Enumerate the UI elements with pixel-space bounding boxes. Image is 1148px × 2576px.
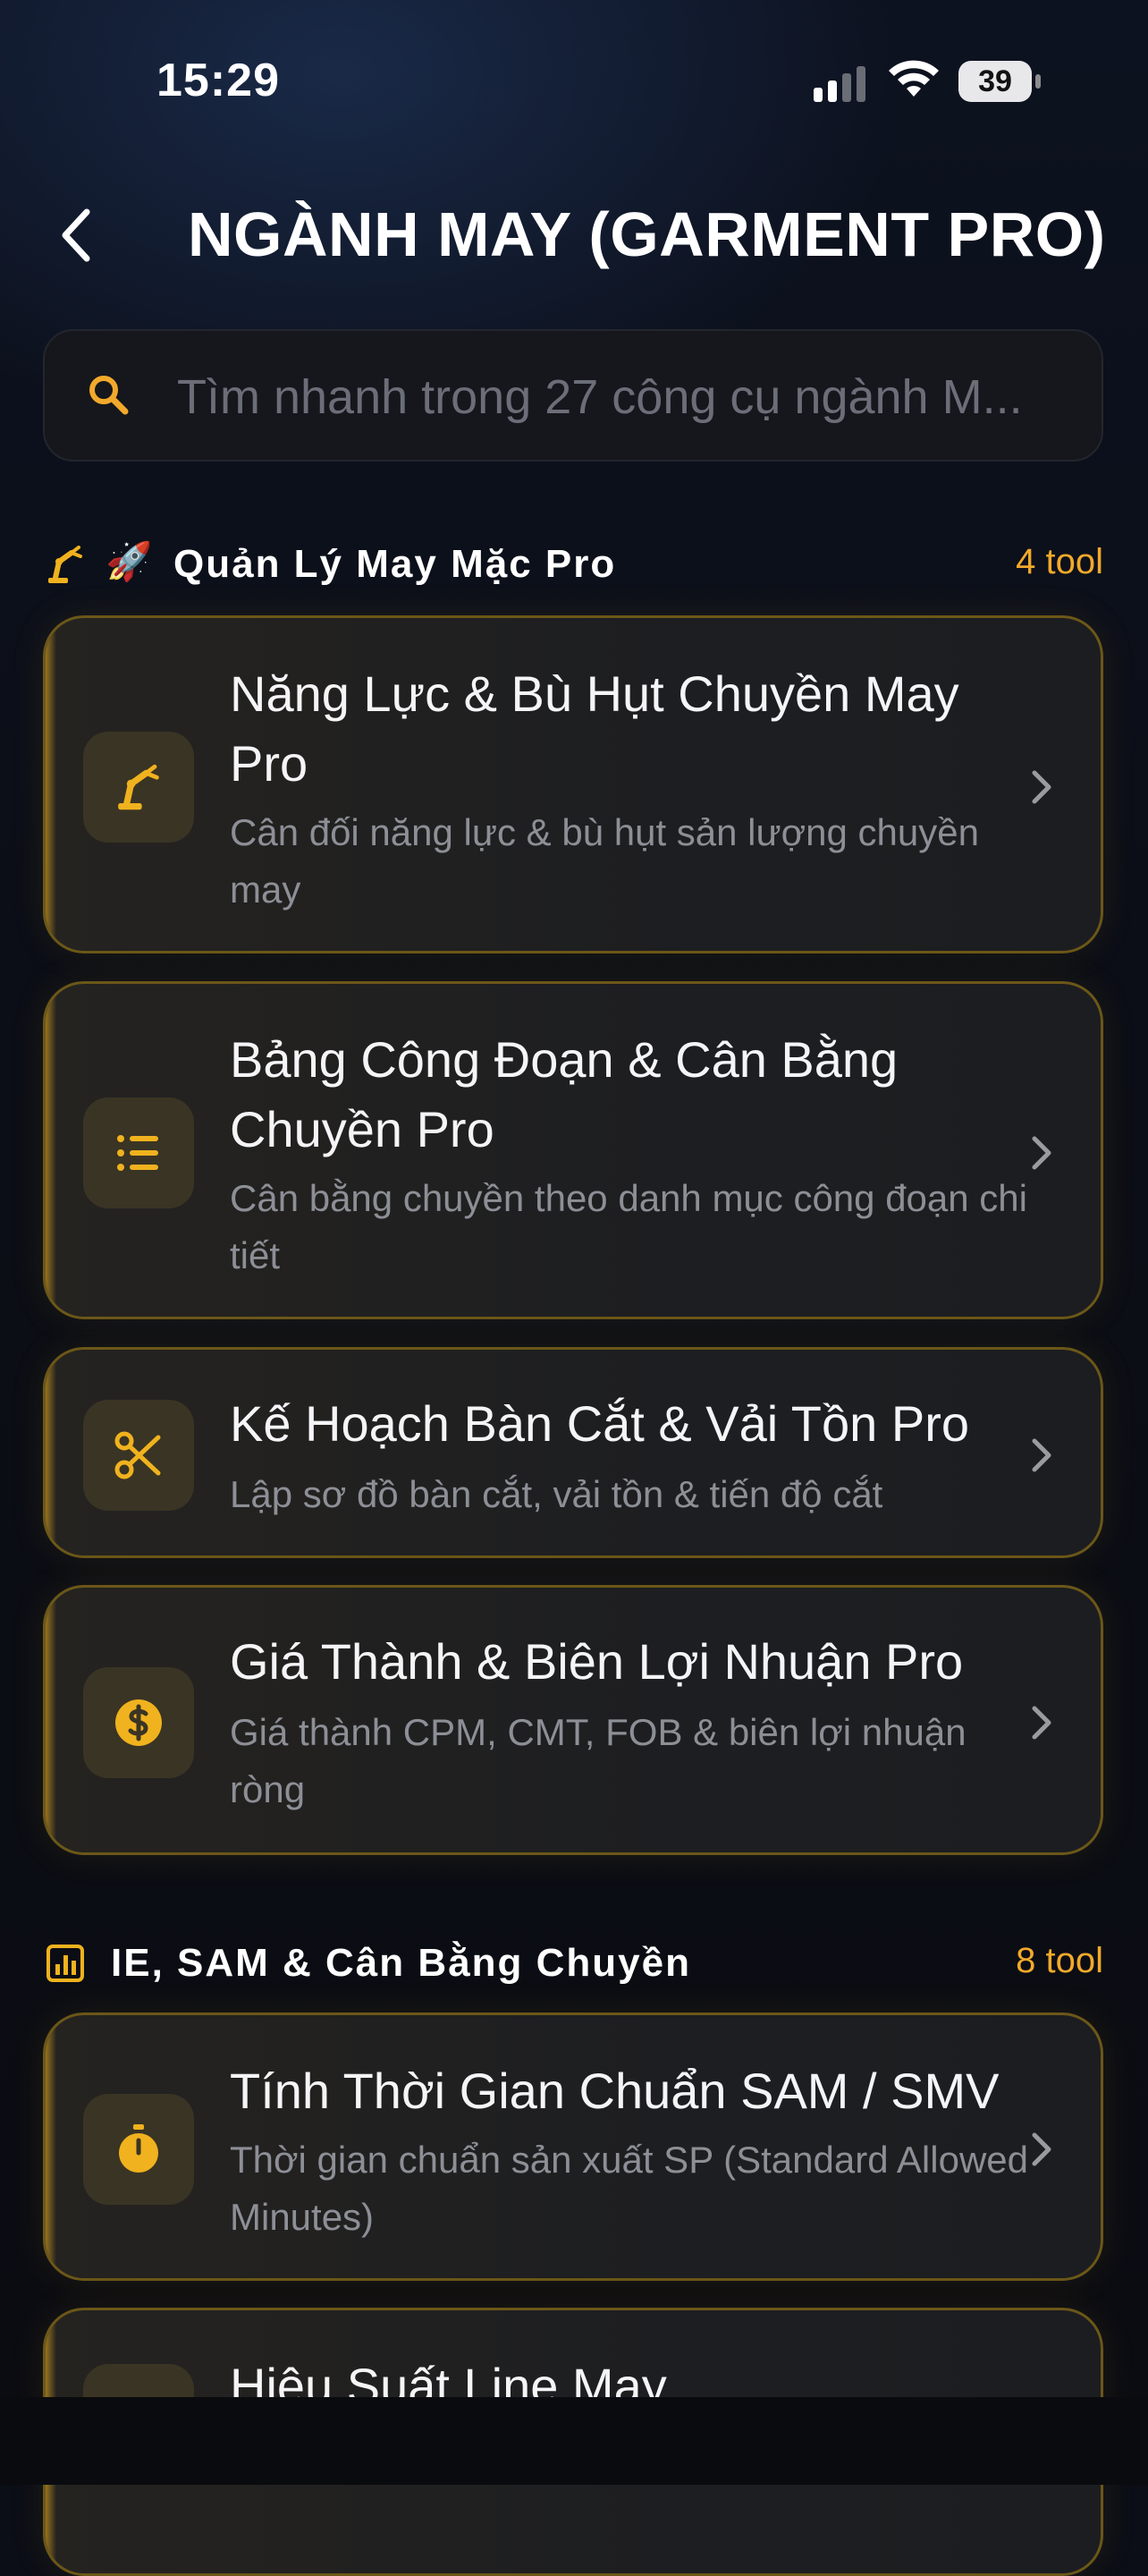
chevron-right-icon bbox=[1032, 770, 1051, 804]
tool-card-nang-luc-bu-hut[interactable]: Năng Lực & Bù Hụt Chuyền May Pro Cân đối… bbox=[43, 615, 1103, 953]
robot-arm-icon bbox=[118, 764, 159, 810]
section-header-ie-sam: IE, SAM & Cân Bằng Chuyền 8 tool bbox=[43, 1934, 1103, 1996]
card-icon-container bbox=[83, 1400, 194, 1511]
card-subtitle: Lập sơ đồ bàn cắt, vải tồn & tiến độ cắt bbox=[230, 1473, 883, 1515]
card-title: Năng Lực & Bù Hụt Chuyền May Pro bbox=[230, 665, 959, 792]
section-title: IE, SAM & Cân Bằng Chuyền bbox=[111, 1941, 691, 1985]
card-icon-container bbox=[83, 732, 194, 843]
battery-indicator: 39 bbox=[958, 61, 1041, 102]
card-icon-container bbox=[83, 1667, 194, 1778]
stopwatch-icon bbox=[119, 2124, 158, 2173]
card-subtitle: Thời gian chuẩn sản xuất SP (Standard Al… bbox=[230, 2139, 1028, 2238]
card-subtitle: Cân bằng chuyền theo danh mục công đoạn … bbox=[230, 1177, 1027, 1276]
card-title: Kế Hoạch Bàn Cắt & Vải Tồn Pro bbox=[230, 1395, 969, 1452]
section-header-quan-ly-may-mac: 🚀 Quản Lý May Mặc Pro 4 tool bbox=[43, 535, 1103, 597]
bottom-fade bbox=[0, 2397, 1148, 2485]
card-subtitle: Cân đối năng lực & bù hụt sản lượng chuy… bbox=[230, 811, 979, 911]
section-count: 8 tool bbox=[1016, 1941, 1103, 1980]
scissors-icon bbox=[114, 1431, 161, 1479]
section-count: 4 tool bbox=[1016, 542, 1103, 581]
back-button[interactable] bbox=[45, 204, 107, 267]
chevron-right-icon bbox=[1032, 1706, 1051, 1740]
tool-card-bang-cong-doan[interactable]: Bảng Công Đoạn & Cân Bằng Chuyền Pro Cân… bbox=[43, 981, 1103, 1319]
search-bar[interactable] bbox=[43, 329, 1103, 462]
tool-card-ke-hoach-ban-cat[interactable]: Kế Hoạch Bàn Cắt & Vải Tồn Pro Lập sơ đồ… bbox=[43, 1347, 1103, 1558]
status-bar: 15:29 39 bbox=[0, 0, 1148, 161]
chevron-right-icon bbox=[1032, 1438, 1051, 1472]
list-icon bbox=[117, 1135, 158, 1171]
card-icon-container bbox=[83, 2094, 194, 2205]
header: NGÀNH MAY (GARMENT PRO) bbox=[0, 179, 1148, 295]
bar-chart-icon bbox=[46, 1945, 84, 1982]
tool-card-sam-smv[interactable]: Tính Thời Gian Chuẩn SAM / SMV Thời gian… bbox=[43, 2012, 1103, 2281]
card-title: Tính Thời Gian Chuẩn SAM / SMV bbox=[230, 2063, 1000, 2119]
battery-cap bbox=[1035, 74, 1041, 89]
card-title: Bảng Công Đoạn & Cân Bằng Chuyền Pro bbox=[230, 1031, 899, 1157]
wifi-icon bbox=[889, 60, 939, 97]
search-icon bbox=[89, 376, 129, 415]
chevron-right-icon bbox=[1032, 1136, 1051, 1170]
section-title: Quản Lý May Mặc Pro bbox=[173, 542, 617, 586]
dollar-icon bbox=[115, 1699, 162, 1746]
chevron-right-icon bbox=[1032, 2132, 1051, 2166]
chevron-left-icon bbox=[62, 208, 90, 262]
page-title: NGÀNH MAY (GARMENT PRO) bbox=[188, 199, 1106, 269]
cellular-signal-icon bbox=[814, 66, 865, 102]
robot-arm-icon bbox=[48, 546, 82, 583]
card-title: Giá Thành & Biên Lợi Nhuận Pro bbox=[230, 1633, 964, 1690]
status-time: 15:29 bbox=[156, 55, 280, 106]
card-icon-container bbox=[83, 1097, 194, 1208]
rocket-icon: 🚀 bbox=[106, 540, 153, 582]
card-subtitle: Giá thành CPM, CMT, FOB & biên lợi nhuận… bbox=[230, 1711, 967, 1810]
battery-level: 39 bbox=[978, 64, 1012, 98]
tool-card-gia-thanh[interactable]: Giá Thành & Biên Lợi Nhuận Pro Giá thành… bbox=[43, 1585, 1103, 1855]
search-input[interactable] bbox=[177, 358, 1080, 436]
